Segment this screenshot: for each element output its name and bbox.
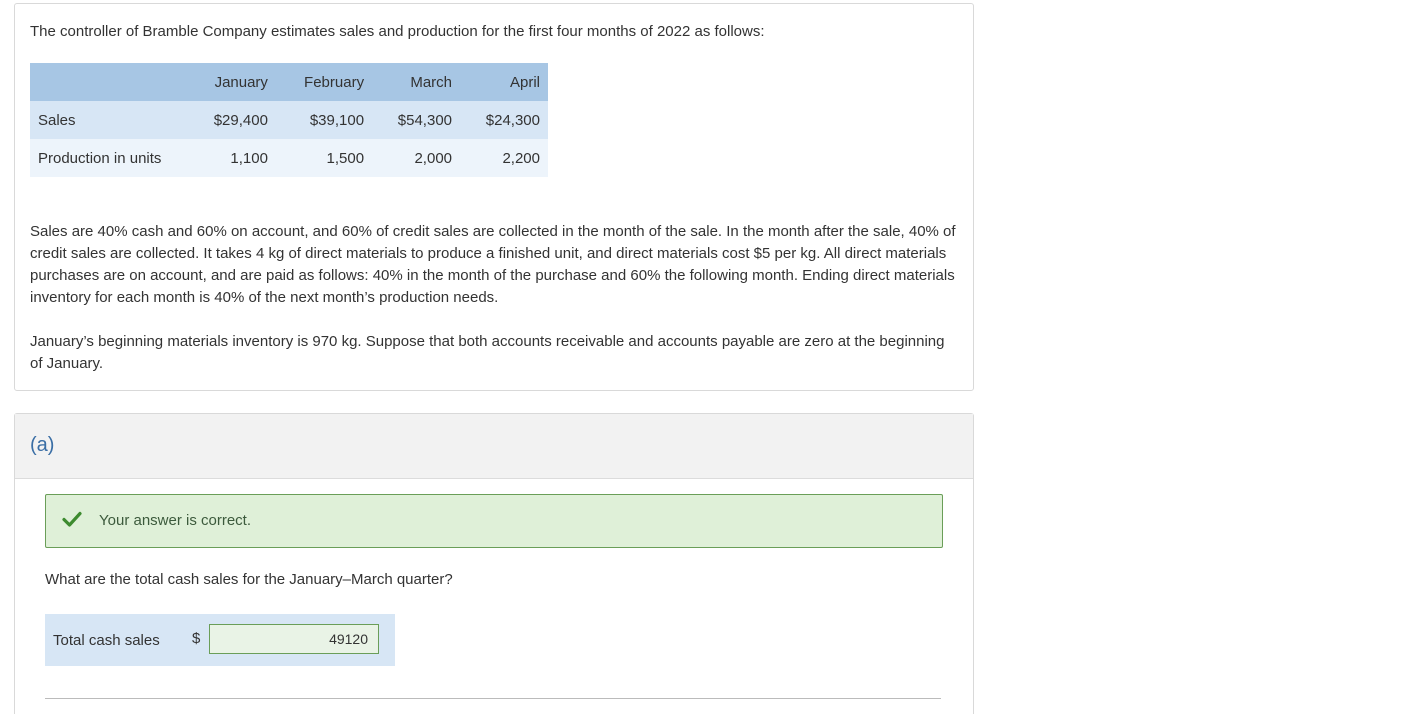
header-blank-cell: [30, 63, 188, 101]
table-cell: 1,100: [230, 149, 268, 167]
table-cell: $39,100: [309, 111, 365, 129]
table-cell: 2,200: [502, 149, 540, 167]
problem-paragraph-inventory: January’s beginning materials inventory …: [30, 333, 945, 372]
table-cell: 1,500: [326, 149, 365, 167]
feedback-text: Your answer is correct.: [99, 512, 252, 529]
estimates-table: January February March April Sales $29,4…: [30, 63, 548, 177]
table-cell: $29,400: [213, 111, 268, 129]
answer-label: Total cash sales: [53, 632, 160, 649]
question-text: What are the total cash sales for the Ja…: [45, 571, 453, 588]
feedback-banner: Your answer is correct.: [45, 494, 943, 548]
part-a-header: (a): [15, 414, 973, 479]
header-january: January: [188, 63, 276, 101]
check-icon: [62, 509, 82, 529]
header-february: February: [275, 63, 373, 101]
table-cell: $54,300: [397, 111, 453, 129]
header-march: March: [372, 63, 461, 101]
table-header-row: January February March April: [30, 63, 548, 101]
problem-paragraph-terms: Sales are 40% cash and 60% on account, a…: [30, 223, 956, 306]
table-row-production: Production in units 1,100 1,500 2,000 2,…: [30, 139, 548, 177]
problem-intro: The controller of Bramble Company estima…: [30, 23, 765, 40]
problem-card: The controller of Bramble Company estima…: [14, 3, 974, 391]
table-cell: 2,000: [414, 149, 453, 167]
row-label: Sales: [38, 111, 76, 129]
total-cash-sales-input[interactable]: [209, 624, 379, 654]
header-april: April: [460, 63, 548, 101]
table-row-sales: Sales $29,400 $39,100 $54,300 $24,300: [30, 101, 548, 139]
currency-symbol: $: [192, 630, 201, 647]
part-label: (a): [30, 434, 55, 456]
table-cell: $24,300: [485, 111, 540, 129]
row-label: Production in units: [38, 149, 162, 167]
answer-row: Total cash sales $: [45, 614, 395, 666]
part-a-card: (a) Your answer is correct. What are the…: [14, 413, 974, 714]
